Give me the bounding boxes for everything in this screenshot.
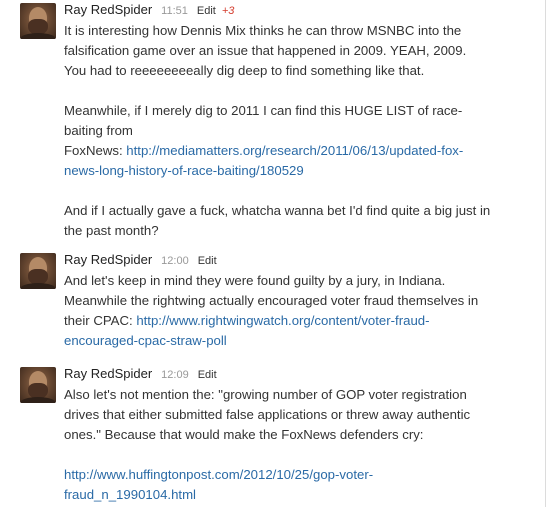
comment-text: And let's keep in mind they were found g… xyxy=(64,273,446,288)
timestamp[interactable]: 12:09 xyxy=(161,369,189,381)
edit-button[interactable]: Edit xyxy=(197,5,216,17)
timestamp[interactable]: 12:00 xyxy=(161,255,189,267)
link-continuation: news-long-history-of-race-baiting/180529 xyxy=(64,161,534,181)
comment-text: their CPAC: xyxy=(64,313,137,328)
comment-text: FoxNews: xyxy=(64,143,127,158)
link-continuation: encouraged-cpac-straw-poll xyxy=(64,331,534,351)
comment-text: drives that either submitted false appli… xyxy=(64,407,471,422)
author-name[interactable]: Ray RedSpider xyxy=(64,366,152,381)
timestamp[interactable]: 11:51 xyxy=(161,5,188,17)
comment-text: the past month? xyxy=(64,223,159,238)
comment-text: falsification game over an issue that ha… xyxy=(64,43,467,58)
comment-text: Meanwhile, if I merely dig to 2011 I can… xyxy=(64,103,463,118)
avatar[interactable] xyxy=(20,253,56,289)
comment-thread: Ray RedSpider 11:51 Edit +3 It is interesti… xyxy=(0,0,546,507)
comment-text: Also let's not mention the: "growing num… xyxy=(64,387,467,402)
comment-text: ones." Because that would make the FoxNe… xyxy=(64,427,424,442)
comment: Ray RedSpider 11:51 Edit +3 It is interesti… xyxy=(0,2,543,238)
comment: Ray RedSpider 12:00 Edit And let's keep in… xyxy=(0,252,543,352)
comment-text: And if I actually gave a fuck, whatcha w… xyxy=(64,203,491,218)
comment-text-with-link: their CPAC: http://www.rightwingwatch.or… xyxy=(64,311,534,331)
comment-header: Ray RedSpider 12:00 Edit xyxy=(64,252,217,268)
link-line: http://www.huffingtonpost.com/2012/10/25… xyxy=(64,465,534,485)
comment-text-with-link: FoxNews: http://mediamatters.org/researc… xyxy=(64,141,534,161)
comment-header: Ray RedSpider 11:51 Edit +3 xyxy=(64,2,234,18)
avatar[interactable] xyxy=(20,367,56,403)
comment-body: Also let's not mention the: "growing num… xyxy=(64,385,534,505)
link-continuation: fraud_n_1990104.html xyxy=(64,485,534,505)
rightwingwatch-link-continued[interactable]: encouraged-cpac-straw-poll xyxy=(64,333,227,348)
comment-text: You had to reeeeeeeeally dig deep to fin… xyxy=(64,63,425,78)
huffingtonpost-link-continued[interactable]: fraud_n_1990104.html xyxy=(64,487,196,502)
edit-button[interactable]: Edit xyxy=(198,369,217,381)
edit-button[interactable]: Edit xyxy=(198,255,217,267)
rightwingwatch-link[interactable]: http://www.rightwingwatch.org/content/vo… xyxy=(136,313,429,328)
comment-header: Ray RedSpider 12:09 Edit xyxy=(64,366,217,382)
mediamatters-link-continued[interactable]: news-long-history-of-race-baiting/180529 xyxy=(64,163,304,178)
comment-body: It is interesting how Dennis Mix thinks … xyxy=(64,21,534,241)
mediamatters-link[interactable]: http://mediamatters.org/research/2011/06… xyxy=(126,143,463,158)
author-name[interactable]: Ray RedSpider xyxy=(64,252,152,267)
comment-text: It is interesting how Dennis Mix thinks … xyxy=(64,23,462,38)
comment-text: Meanwhile the rightwing actually encoura… xyxy=(64,293,479,308)
vote-count: +3 xyxy=(221,5,235,17)
huffingtonpost-link[interactable]: http://www.huffingtonpost.com/2012/10/25… xyxy=(64,467,373,482)
comment-body: And let's keep in mind they were found g… xyxy=(64,271,534,351)
comment: Ray RedSpider 12:09 Edit Also let's not me… xyxy=(0,366,543,507)
avatar[interactable] xyxy=(20,3,56,39)
comment-text: baiting from xyxy=(64,123,133,138)
author-name[interactable]: Ray RedSpider xyxy=(64,2,152,17)
